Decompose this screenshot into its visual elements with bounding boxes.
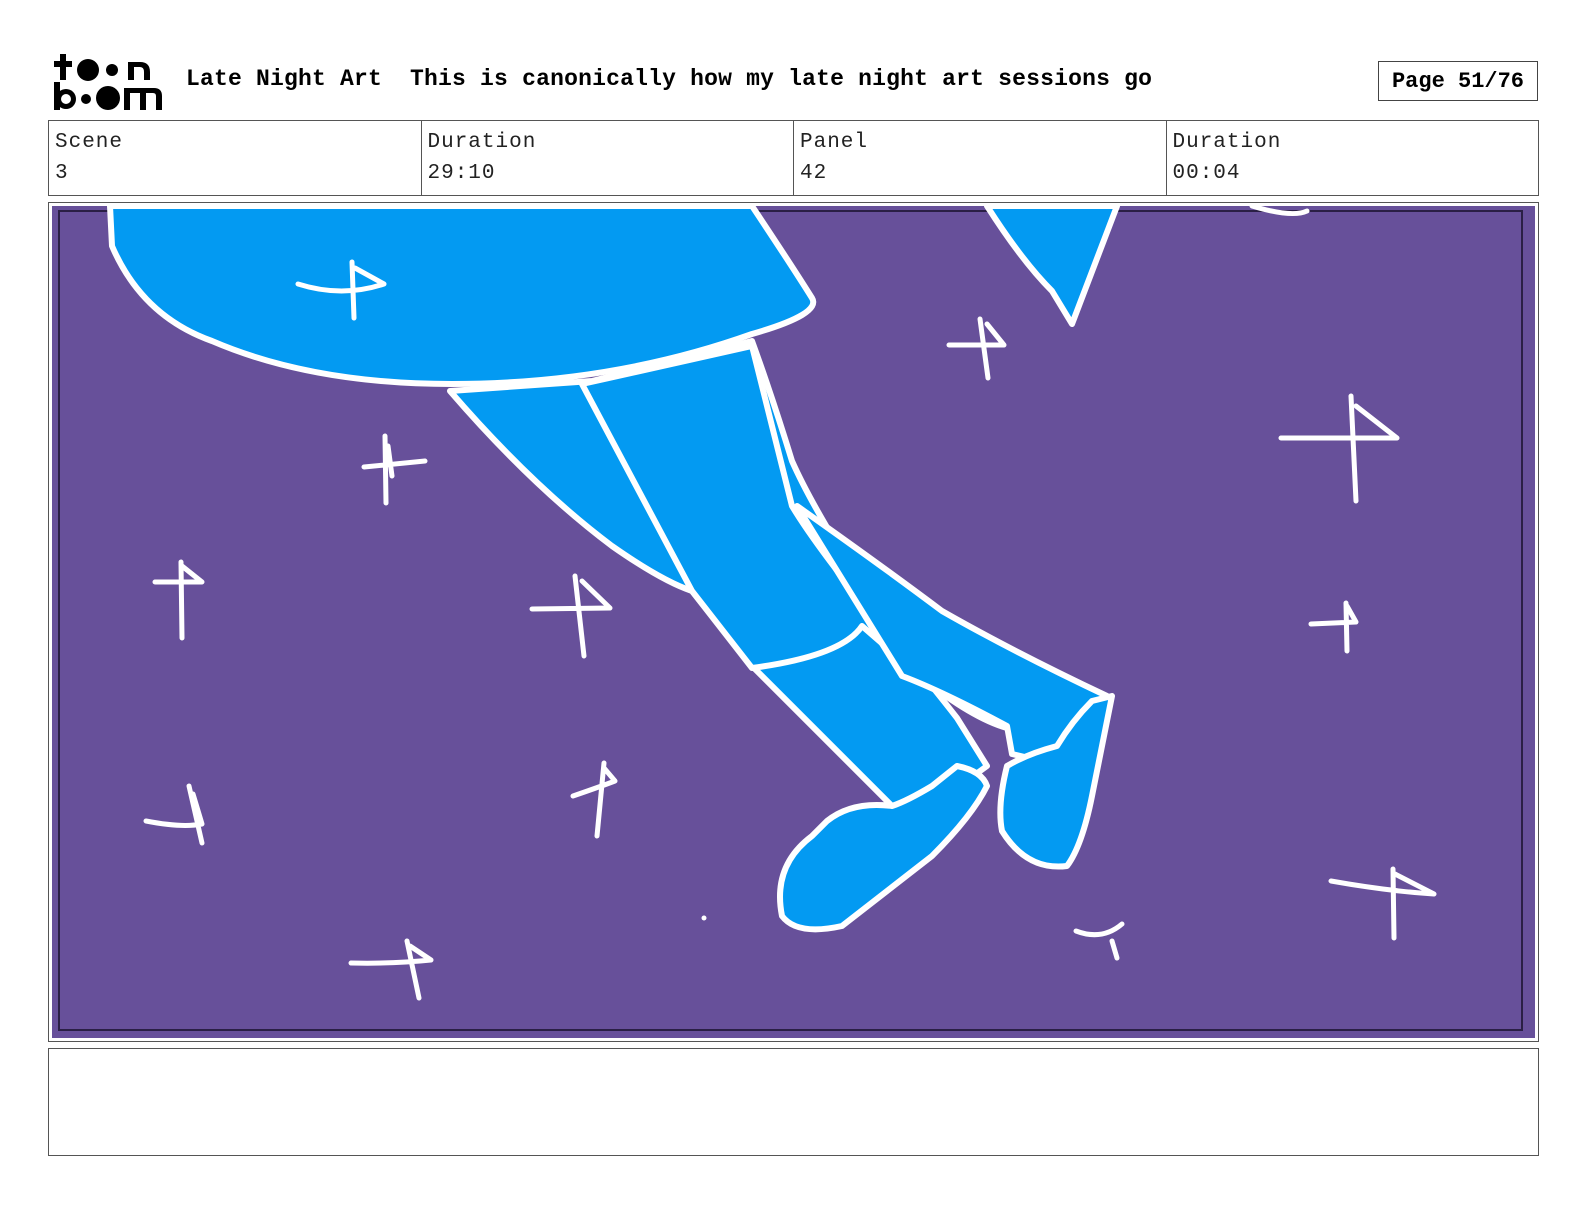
project-title: Late Night Art	[186, 66, 383, 92]
tiny-dot	[701, 915, 707, 921]
info-cell-panel-duration: Duration 00:04	[1167, 121, 1539, 195]
scene-subtitle: This is canonically how my late night ar…	[410, 66, 1153, 92]
page-label: Page 51/76	[1391, 68, 1525, 94]
info-cell-panel: Panel 42	[794, 121, 1167, 195]
info-label: Duration	[1172, 131, 1282, 154]
info-label: Duration	[427, 131, 537, 154]
storyboard-panel	[48, 202, 1539, 1042]
info-label: Panel	[800, 131, 869, 154]
info-value: 00:04	[1172, 162, 1241, 185]
toonboom-logo	[52, 52, 164, 112]
info-label: Scene	[55, 131, 124, 154]
notes-box	[48, 1048, 1539, 1156]
info-value: 3	[55, 162, 69, 185]
info-table: Scene 3 Duration 29:10 Panel 42 Duration…	[48, 120, 1539, 196]
info-cell-scene-duration: Duration 29:10	[422, 121, 794, 195]
info-cell-scene: Scene 3	[49, 121, 422, 195]
info-value: 29:10	[427, 162, 496, 185]
panel-drawing	[52, 206, 1535, 1038]
page-title: Late Night Art This is canonically how my…	[186, 66, 1152, 92]
page-counter: Page 51/76	[1378, 61, 1538, 101]
info-value: 42	[800, 162, 828, 185]
